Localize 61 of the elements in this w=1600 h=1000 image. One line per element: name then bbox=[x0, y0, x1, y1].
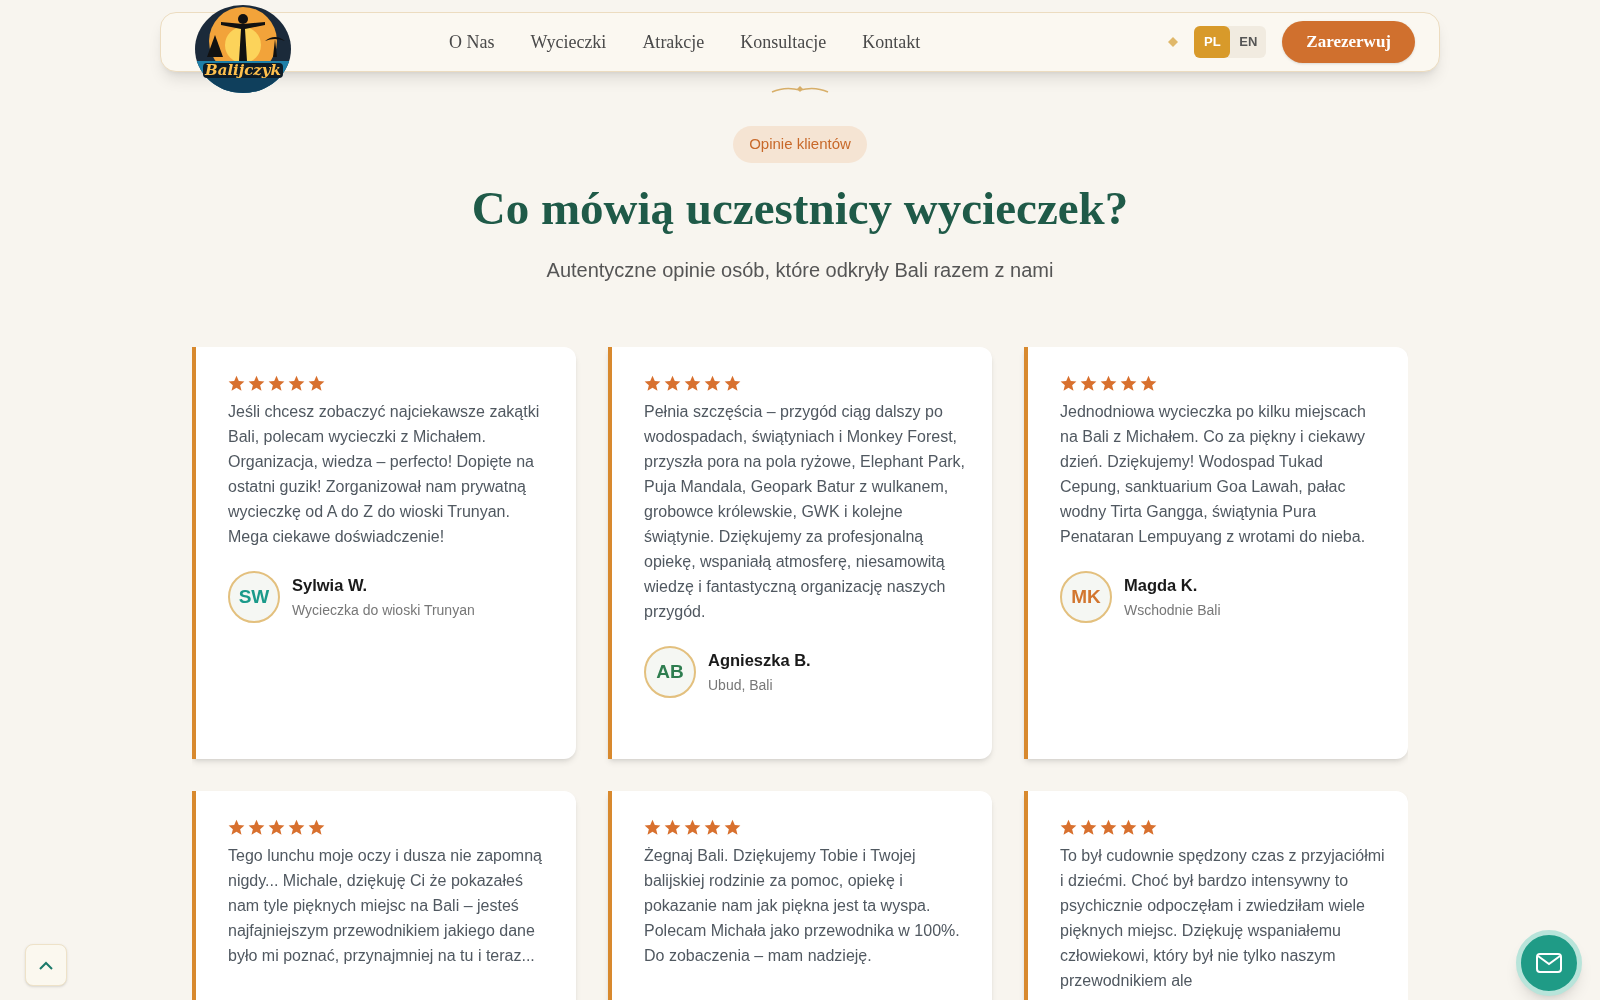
avatar: AB bbox=[644, 646, 696, 698]
section-title: Co mówią uczestnicy wycieczek? bbox=[471, 180, 1129, 236]
wave-ornament bbox=[770, 84, 830, 96]
star-icon bbox=[1060, 819, 1077, 835]
star-icon bbox=[684, 375, 701, 391]
avatar: MK bbox=[1060, 571, 1112, 623]
scroll-top-button[interactable] bbox=[25, 944, 67, 986]
avatar: SW bbox=[228, 571, 280, 623]
section-subtitle: Autentyczne opinie osób, które odkryły Bali razem z nami bbox=[546, 258, 1054, 283]
star-icon bbox=[684, 819, 701, 835]
star-icon bbox=[268, 375, 285, 391]
star-icon bbox=[704, 375, 721, 391]
reviewer-name: Magda K. bbox=[1124, 575, 1199, 597]
star-icon bbox=[288, 375, 305, 391]
star-icon bbox=[1120, 375, 1137, 391]
reviewer-detail: Wycieczka do wioski Trunyan bbox=[292, 600, 475, 620]
logo-text: Balijczyk bbox=[203, 63, 283, 78]
star-icon bbox=[1080, 819, 1097, 835]
star-icon bbox=[644, 819, 661, 835]
star-icon bbox=[1120, 819, 1137, 835]
star-icon bbox=[724, 375, 741, 391]
review-text: Tego lunchu moje oczy i dusza nie zapomną nigdy... Michale, dziękuję Ci że pokazałeś nam tyle pięknych miejsc na Bali – jesteś najfajniejszym przewodnikiem jakiego dane było mi poznać, przynajmniej na tu i teraz... bbox=[228, 846, 543, 966]
star-icon bbox=[704, 819, 721, 835]
nav-link[interactable]: Atrakcje bbox=[642, 28, 705, 56]
star-icon bbox=[664, 819, 681, 835]
star-icon bbox=[724, 819, 741, 835]
reviewer-name: Agnieszka B. bbox=[708, 650, 811, 672]
star-icon bbox=[308, 375, 325, 391]
review-text: Jednodniowa wycieczka po kilku miejscach na Bali z Michałem. Co za piękny i ciekawy dzień. Dziękujemy! Wodospad Tukad Cepung, sanktuarium Goa Lawah, pałac wodny Tirta Gangga, świątynia Pura Penataran Lempuyang z wrotami do nieba. bbox=[1060, 402, 1367, 547]
nav-link[interactable]: Kontakt bbox=[862, 28, 921, 56]
star-icon bbox=[1100, 819, 1117, 835]
review-text: Jeśli chcesz zobaczyć najciekawsze zakątki Bali, polecam wycieczki z Michałem. Organizacja, wiedza – perfecto! Dopięte na ostatni guzik! Zorganizował nam prywatną wycieczkę od A do Z do wioski Trunyan. Mega ciekawe doświadczenie! bbox=[228, 402, 541, 547]
review-text: Żegnaj Bali. Dziękujemy Tobie i Twojej balijskiej rodzinie za pomoc, opiekę i pokazanie nam jak piękna jest ta wyspa. Polecam Michała jako przewodnika w 100%. Do zobaczenia – mam nadzieję. bbox=[644, 846, 961, 966]
chevron-up-icon bbox=[39, 960, 53, 970]
star-icon bbox=[308, 819, 325, 835]
star-icon bbox=[1140, 819, 1157, 835]
mail-button[interactable] bbox=[1516, 930, 1582, 996]
star-icon bbox=[268, 819, 285, 835]
star-icon bbox=[1140, 375, 1157, 391]
reviewer-name: Sylwia W. bbox=[292, 575, 369, 597]
star-icon bbox=[228, 375, 245, 391]
star-icon bbox=[248, 819, 265, 835]
star-icon bbox=[248, 375, 265, 391]
diamond-icon bbox=[1168, 37, 1179, 47]
star-icon bbox=[644, 375, 661, 391]
star-icon bbox=[228, 819, 245, 835]
star-icon bbox=[288, 819, 305, 835]
star-icon bbox=[1100, 375, 1117, 391]
reviewer-detail: Ubud, Bali bbox=[708, 675, 774, 695]
star-icon bbox=[664, 375, 681, 391]
review-text: To był cudownie spędzony czas z przyjaciółmi i dziećmi. Choć był bardzo intensywny to psychicznie odpoczęłam i zwiedziłam wiele pięknych miejsc. Dziękuję wspaniałemu człowiekowi, który był nie tylko naszym przewodnikiem ale bbox=[1060, 846, 1386, 991]
nav-link[interactable]: O Nas bbox=[449, 28, 495, 56]
nav-link[interactable]: Wycieczki bbox=[530, 28, 607, 56]
review-text: Pełnia szczęścia – przygód ciąg dalszy po wodospadach, świątyniach i Monkey Forest, przyszła pora na pola ryżowe, Elephant Park, Puja Mandala, Geopark Batur z wulkanem, grobowce królewskie, GWK i kolejne świątynie. Dziękujemy za profesjonalną opiekę, wspaniałą atmosferę, niesamowitą wiedzę i fantastyczną organizację naszych przygód. bbox=[644, 402, 967, 622]
star-icon bbox=[1060, 375, 1077, 391]
star-icon bbox=[1080, 375, 1097, 391]
language-tab[interactable]: EN bbox=[1230, 26, 1267, 58]
nav-link[interactable]: Konsultacje bbox=[740, 28, 827, 56]
reviewer-detail: Wschodnie Bali bbox=[1124, 600, 1221, 620]
mail-icon bbox=[1536, 953, 1562, 973]
section-badge: Opinie klientów bbox=[733, 126, 867, 163]
